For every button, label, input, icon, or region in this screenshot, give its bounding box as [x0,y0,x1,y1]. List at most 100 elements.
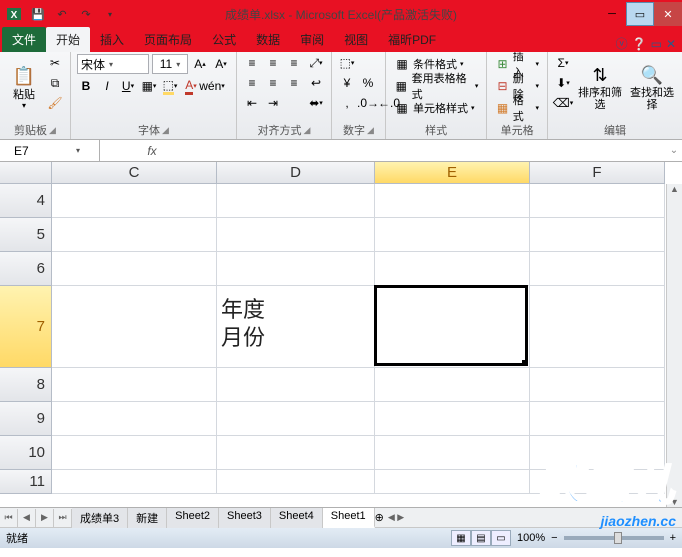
new-sheet-icon[interactable]: ⊕ [375,511,384,524]
cut-icon[interactable]: ✂ [46,54,64,72]
save-icon[interactable]: 💾 [28,4,48,24]
cell[interactable] [530,286,665,368]
cell[interactable] [52,402,217,436]
autosum-icon[interactable]: Σ▾ [554,54,572,72]
shrink-font-icon[interactable]: A▾ [212,55,230,73]
cell[interactable] [530,402,665,436]
grow-font-icon[interactable]: A▴ [191,55,209,73]
fill-icon[interactable]: ⬇▾ [554,74,572,92]
tab-view[interactable]: 视图 [334,27,378,52]
cell[interactable] [375,470,530,494]
sheet-tab[interactable]: Sheet1 [323,508,375,528]
clear-icon[interactable]: ⌫▾ [554,94,572,112]
sheet-last-icon[interactable]: ⏭ [54,509,72,527]
paste-button[interactable]: 📋 粘贴 ▾ [6,54,42,120]
cell[interactable] [375,436,530,470]
increase-indent-icon[interactable]: ⇥ [264,94,282,112]
select-all-corner[interactable] [0,162,52,184]
decrease-indent-icon[interactable]: ⇤ [243,94,261,112]
sheet-prev-icon[interactable]: ◀ [18,509,36,527]
tab-home[interactable]: 开始 [46,27,90,52]
row-header[interactable]: 9 [0,402,52,436]
qat-dropdown-icon[interactable]: ▾ [100,4,120,24]
name-box-input[interactable] [0,144,72,158]
clipboard-launcher-icon[interactable]: ◢ [49,125,56,136]
font-color-icon[interactable]: A▾ [182,77,200,95]
fx-icon[interactable]: fx [140,144,164,158]
number-format-icon[interactable]: ⬚▾ [338,54,356,72]
cell[interactable] [530,368,665,402]
align-top-icon[interactable]: ≡ [243,54,261,72]
cell[interactable] [375,184,530,218]
file-tab[interactable]: 文件 [2,27,46,52]
column-header[interactable]: E [375,162,530,184]
row-header[interactable]: 10 [0,436,52,470]
cell[interactable] [52,184,217,218]
page-break-view-icon[interactable]: ▭ [491,530,511,546]
sheet-tab[interactable]: 新建 [128,508,167,528]
undo-icon[interactable]: ↶ [52,4,72,24]
cell[interactable] [52,286,217,368]
ribbon-close-icon[interactable]: ✕ [666,37,676,51]
font-name-combo[interactable]: 宋体▾ [77,54,149,74]
percent-icon[interactable]: % [359,74,377,92]
font-size-combo[interactable]: 11▾ [152,54,188,74]
row-header[interactable]: 6 [0,252,52,286]
normal-view-icon[interactable]: ▦ [451,530,471,546]
row-header[interactable]: 7 [0,286,52,368]
underline-icon[interactable]: U▾ [119,77,137,95]
minimize-ribbon-icon[interactable]: ⓥ [616,35,628,52]
cell[interactable]: 年度 月份 [217,286,375,368]
number-launcher-icon[interactable]: ◢ [367,125,374,136]
name-box[interactable]: ▾ [0,140,100,161]
format-as-table-button[interactable]: ▦套用表格格式▾ [392,76,480,96]
italic-icon[interactable]: I [98,77,116,95]
vertical-scrollbar[interactable]: ▲▼ [666,184,682,507]
cell[interactable] [530,436,665,470]
row-header[interactable]: 5 [0,218,52,252]
sheet-tab[interactable]: Sheet3 [219,508,271,528]
sheet-next-icon[interactable]: ▶ [36,509,54,527]
cell[interactable] [217,218,375,252]
cell[interactable] [217,436,375,470]
excel-icon[interactable]: X [4,4,24,24]
fill-color-icon[interactable]: ⬚▾ [161,77,179,95]
tab-page-layout[interactable]: 页面布局 [134,27,202,52]
ribbon-opts-icon[interactable]: ▭ [651,37,662,51]
cell[interactable] [52,252,217,286]
find-select-button[interactable]: 🔍 查找和选择 [628,54,676,120]
cell[interactable] [217,470,375,494]
merge-center-icon[interactable]: ⬌▾ [307,94,325,112]
horizontal-scrollbar[interactable]: ◀ ▶ [384,510,682,526]
comma-icon[interactable]: , [338,94,356,112]
cell[interactable] [375,218,530,252]
sheet-tab[interactable]: 成绩单3 [72,508,128,528]
format-cells-button[interactable]: ▦格式▾ [493,98,541,118]
cell[interactable] [217,368,375,402]
font-launcher-icon[interactable]: ◢ [162,125,169,136]
expand-formula-icon[interactable]: ⌄ [666,145,682,156]
column-header[interactable]: C [52,162,217,184]
row-header[interactable]: 4 [0,184,52,218]
increase-decimal-icon[interactable]: .0→ [359,94,377,112]
page-layout-view-icon[interactable]: ▤ [471,530,491,546]
tab-formulas[interactable]: 公式 [202,27,246,52]
cell[interactable] [52,470,217,494]
column-header[interactable]: F [530,162,665,184]
currency-icon[interactable]: ¥ [338,74,356,92]
sheet-tab[interactable]: Sheet2 [167,508,219,528]
tab-data[interactable]: 数据 [246,27,290,52]
tab-review[interactable]: 审阅 [290,27,334,52]
column-header[interactable]: D [217,162,375,184]
cell[interactable] [530,470,665,494]
row-header[interactable]: 11 [0,470,52,494]
formula-input[interactable] [164,144,666,158]
cell-styles-button[interactable]: ▦单元格样式▾ [392,98,477,118]
zoom-slider[interactable] [564,536,664,540]
border-icon[interactable]: ▦▾ [140,77,158,95]
cell[interactable] [530,252,665,286]
zoom-value[interactable]: 100% [517,532,545,544]
cell[interactable] [530,184,665,218]
sheet-tab[interactable]: Sheet4 [271,508,323,528]
zoom-out-icon[interactable]: − [551,532,557,544]
